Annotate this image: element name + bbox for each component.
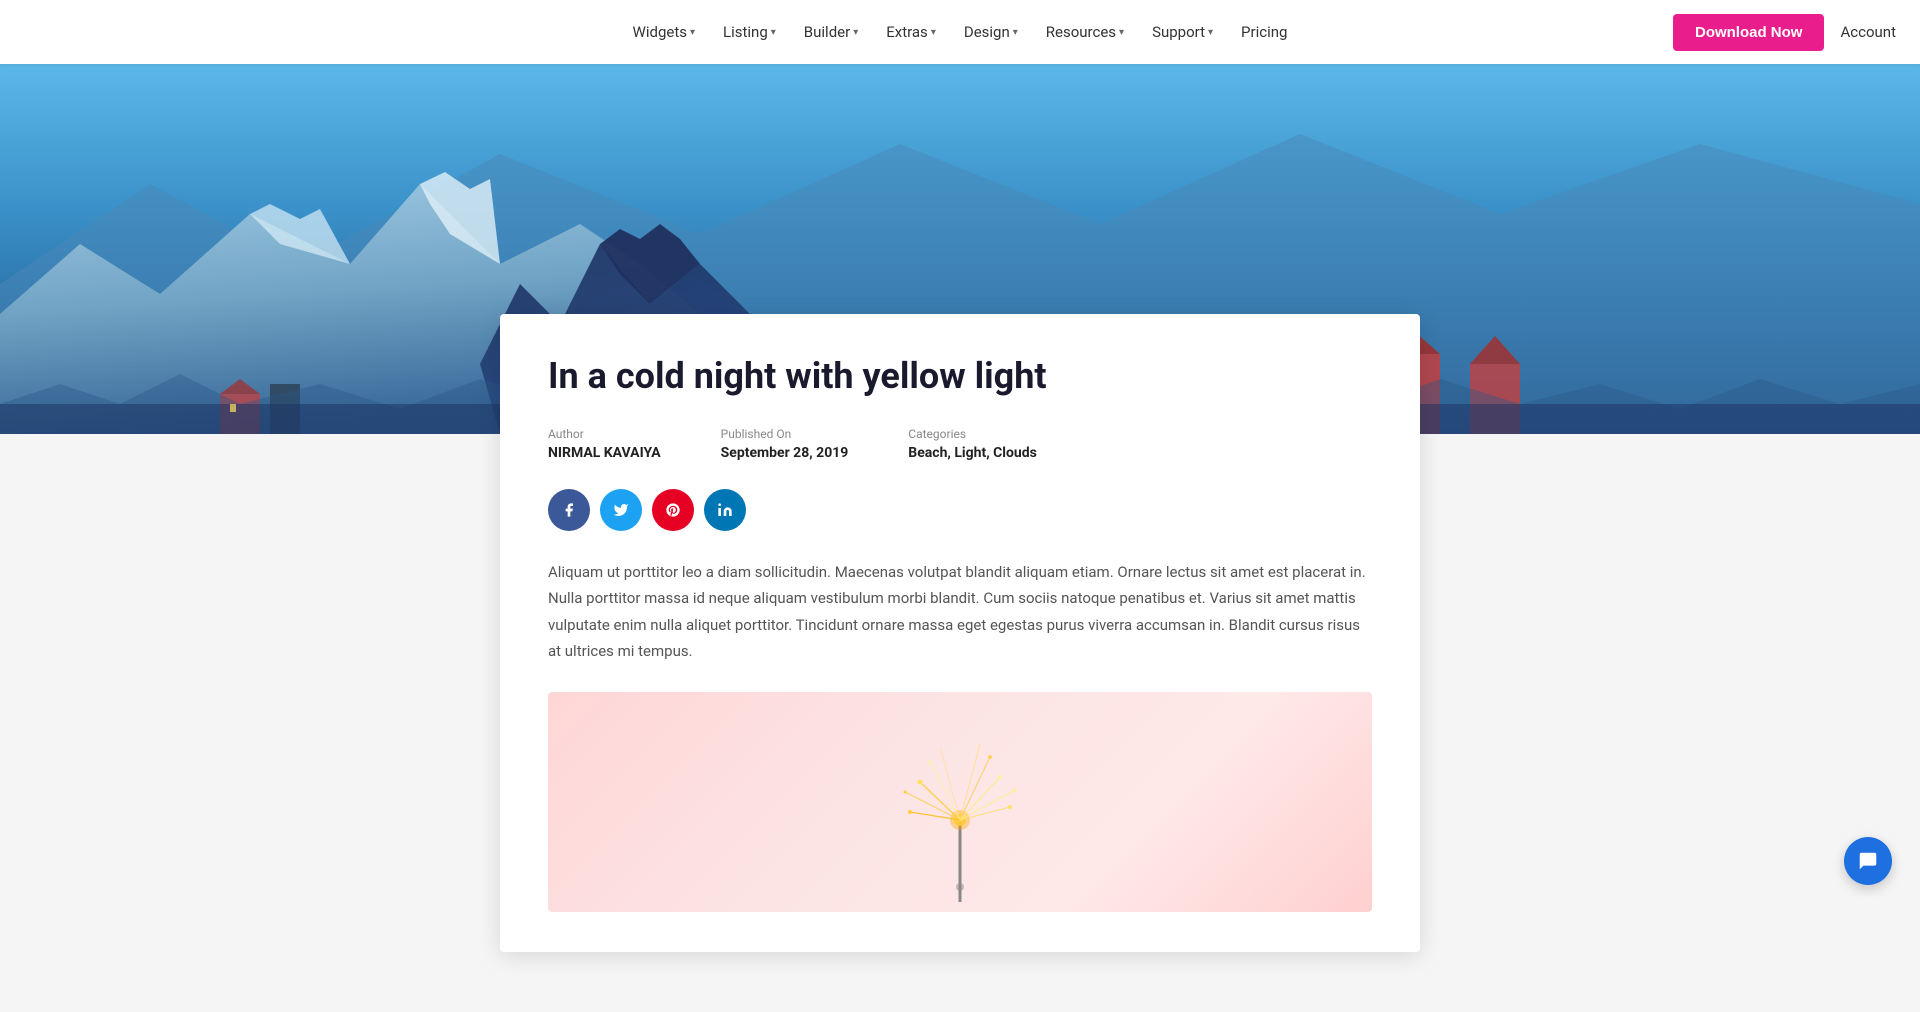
- chevron-down-icon: ▾: [1208, 27, 1213, 38]
- article-body: Aliquam ut porttitor leo a diam sollicit…: [548, 559, 1372, 664]
- nav-item-listing[interactable]: Listing ▾: [711, 15, 788, 49]
- nav-label-extras: Extras: [886, 23, 928, 41]
- chat-bubble-button[interactable]: [1844, 837, 1892, 885]
- chevron-down-icon: ▾: [771, 27, 776, 38]
- chevron-down-icon: ▾: [1119, 27, 1124, 38]
- nav-label-pricing: Pricing: [1241, 23, 1287, 41]
- nav-label-design: Design: [964, 23, 1010, 41]
- pinterest-share-button[interactable]: [652, 489, 694, 531]
- published-label: Published On: [721, 427, 849, 441]
- twitter-share-button[interactable]: [600, 489, 642, 531]
- article-image: [548, 692, 1372, 912]
- chevron-down-icon: ▾: [931, 27, 936, 38]
- download-now-button[interactable]: Download Now: [1673, 14, 1825, 51]
- twitter-icon: [613, 502, 629, 518]
- meta-author: Author NIRMAL KAVAIYA: [548, 427, 661, 461]
- linkedin-icon: [717, 502, 733, 518]
- meta-published: Published On September 28, 2019: [721, 427, 849, 461]
- nav-item-widgets[interactable]: Widgets ▾: [621, 15, 707, 49]
- chevron-down-icon: ▾: [853, 27, 858, 38]
- nav-item-resources[interactable]: Resources ▾: [1034, 15, 1136, 49]
- chevron-down-icon: ▾: [1013, 27, 1018, 38]
- nav-label-listing: Listing: [723, 23, 768, 41]
- nav-label-resources: Resources: [1046, 23, 1116, 41]
- nav-label-support: Support: [1152, 23, 1205, 41]
- meta-categories: Categories Beach, Light, Clouds: [908, 427, 1037, 461]
- published-value: September 28, 2019: [721, 445, 849, 461]
- chat-icon: [1857, 850, 1879, 872]
- linkedin-share-button[interactable]: [704, 489, 746, 531]
- categories-label: Categories: [908, 427, 1037, 441]
- nav-inner: Widgets ▾ Listing ▾ Builder ▾ Extras ▾ D…: [260, 15, 1660, 49]
- sparkler-illustration: [860, 702, 1060, 902]
- nav-item-support[interactable]: Support ▾: [1140, 15, 1225, 49]
- nav-item-pricing[interactable]: Pricing: [1229, 15, 1299, 49]
- nav-label-builder: Builder: [804, 23, 850, 41]
- facebook-share-button[interactable]: [548, 489, 590, 531]
- author-value: NIRMAL KAVAIYA: [548, 445, 661, 461]
- account-link[interactable]: Account: [1840, 23, 1896, 41]
- pinterest-icon: [665, 502, 681, 518]
- nav-label-widgets: Widgets: [633, 23, 687, 41]
- page-wrapper: Widgets ▾ Listing ▾ Builder ▾ Extras ▾ D…: [0, 64, 1920, 1012]
- facebook-icon: [561, 502, 577, 518]
- author-label: Author: [548, 427, 661, 441]
- nav-item-builder[interactable]: Builder ▾: [792, 15, 870, 49]
- article-title: In a cold night with yellow light: [548, 354, 1372, 399]
- social-icons: [548, 489, 1372, 531]
- article-card: In a cold night with yellow light Author…: [500, 314, 1420, 952]
- navbar: Widgets ▾ Listing ▾ Builder ▾ Extras ▾ D…: [0, 0, 1920, 64]
- nav-right: Download Now Account: [1673, 14, 1896, 51]
- chevron-down-icon: ▾: [690, 27, 695, 38]
- categories-value: Beach, Light, Clouds: [908, 445, 1037, 461]
- meta-row: Author NIRMAL KAVAIYA Published On Septe…: [548, 427, 1372, 461]
- nav-links: Widgets ▾ Listing ▾ Builder ▾ Extras ▾ D…: [284, 15, 1636, 49]
- nav-item-design[interactable]: Design ▾: [952, 15, 1030, 49]
- nav-item-extras[interactable]: Extras ▾: [874, 15, 948, 49]
